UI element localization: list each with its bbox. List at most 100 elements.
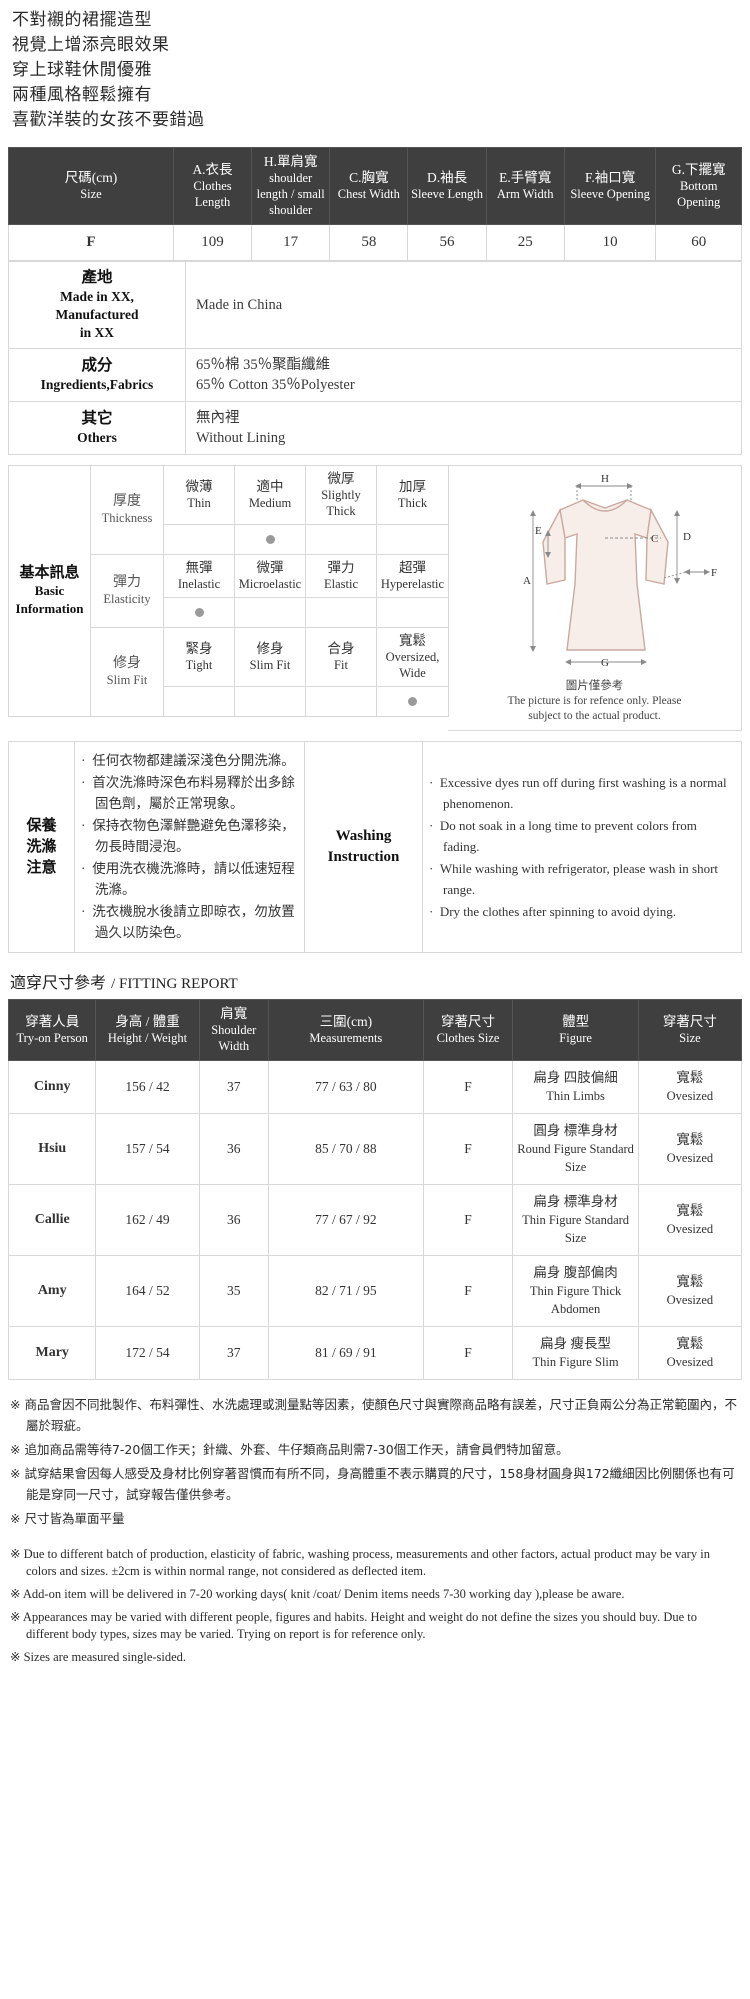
washing-instruction-row: 保養 洗滌 注意 任何衣物都建議深淺色分開洗滌。 首次洗滌時深色布料易釋於出多餘… <box>8 741 742 953</box>
attribute-label-elasticity: 彈力 Elasticity <box>90 554 164 628</box>
fit-cell-person: Callie <box>7 1184 97 1256</box>
measurement-diagram-panel: A H E C D F G 圖片僅參考 The picture is for r… <box>448 465 742 731</box>
fit-cell-clothes-size: F <box>422 1113 514 1185</box>
size-value-shoulder: 17 <box>251 224 331 261</box>
fit-header-size: 穿著尺寸 Size <box>637 999 743 1061</box>
selected-dot-icon <box>408 696 417 706</box>
fit-cell-size: 寬鬆 Ovesized <box>637 1255 743 1327</box>
info-row-others: 其它 Others 無內裡 Without Lining <box>8 401 742 455</box>
table-row: Callie 162 / 49 36 77 / 67 / 92 F 扁身 標準身… <box>7 1184 743 1256</box>
info-row-origin: 產地 Made in XX, Manufactured in XX Made i… <box>8 261 742 349</box>
fit-cell-figure: 扁身 腹部偏肉 Thin Figure Thick Abdomen <box>512 1255 639 1327</box>
size-header-clothes-length: A.衣長 Clothes Length <box>172 147 253 225</box>
size-header-shoulder: H.單肩寬 shoulder length / small shoulder <box>251 147 331 225</box>
marker-elasticity-microelastic <box>234 597 306 628</box>
fit-cell-figure: 扁身 瘦長型 Thin Figure Slim <box>512 1326 639 1380</box>
size-header-size: 尺碼(cm) Size <box>8 147 174 225</box>
product-spec-page: 不對襯的裙擺造型 視覺上增添亮眼效果 穿上球鞋休閒優雅 兩種風格輕鬆擁有 喜歡洋… <box>0 0 750 1682</box>
option-thickness-thick: 加厚 Thick <box>376 465 449 525</box>
intro-line: 喜歡洋裝的女孩不要錯過 <box>12 110 205 130</box>
notice-item-cn: ※ 尺寸皆為單面平量 <box>10 1511 125 1526</box>
table-row: Mary 172 / 54 37 81 / 69 / 91 F 扁身 瘦長型 T… <box>7 1326 743 1380</box>
fit-cell-clothes-size: F <box>422 1326 514 1380</box>
size-chart-table: 尺碼(cm) Size A.衣長 Clothes Length H.單肩寬 sh… <box>8 147 742 261</box>
intro-line: 視覺上增添亮眼效果 <box>12 35 170 55</box>
washing-items-en: Excessive dyes run off during first wash… <box>422 741 742 953</box>
fit-cell-height-weight: 156 / 42 <box>95 1060 200 1114</box>
table-row: Amy 164 / 52 35 82 / 71 / 95 F 扁身 腹部偏肉 T… <box>7 1255 743 1327</box>
size-chart-header-row: 尺碼(cm) Size A.衣長 Clothes Length H.單肩寬 sh… <box>8 147 742 225</box>
fit-cell-clothes-size: F <box>422 1060 514 1114</box>
notices-section: ※ 商品會因不同批製作、布料彈性、水洗處理或測量點等因素，使顏色尺寸與實際商品略… <box>8 1394 742 1666</box>
fit-cell-shoulder: 37 <box>198 1326 270 1380</box>
fit-cell-shoulder: 36 <box>198 1184 270 1256</box>
basic-information-section: 基本訊息 Basic Information 厚度 Thickness 微薄 T… <box>8 465 742 731</box>
fit-header-shoulder: 肩寬 Shoulder Width <box>198 999 270 1061</box>
size-value-name: F <box>8 224 174 261</box>
fit-cell-figure: 扁身 四肢偏細 Thin Limbs <box>512 1060 639 1114</box>
diagram-label-a: A <box>523 575 531 587</box>
fit-cell-measurements: 81 / 69 / 91 <box>268 1326 424 1380</box>
fit-cell-height-weight: 162 / 49 <box>95 1184 200 1256</box>
fit-cell-measurements: 77 / 67 / 92 <box>268 1184 424 1256</box>
fit-cell-measurements: 85 / 70 / 88 <box>268 1113 424 1185</box>
size-header-arm-width: E.手臂寬 Arm Width <box>485 147 565 225</box>
fit-cell-height-weight: 164 / 52 <box>95 1255 200 1327</box>
diagram-label-e: E <box>535 525 542 537</box>
info-row-ingredients: 成分 Ingredients,Fabrics 65％棉 35％聚酯纖維 65％ … <box>8 348 742 402</box>
size-header-chest-width: C.胸寬 Chest Width <box>329 147 409 225</box>
table-row: F 109 17 58 56 25 10 60 <box>8 224 742 261</box>
list-item: 使用洗衣機洗滌時，請以低速短程洗滌。 <box>81 858 298 900</box>
size-header-sleeve-opening: F.袖口寬 Sleeve Opening <box>563 147 657 225</box>
fit-cell-shoulder: 37 <box>198 1060 270 1114</box>
marker-slimfit-oversized <box>376 686 449 717</box>
notice-item-cn: ※ 試穿結果會因每人感受及身材比例穿著習慣而有所不同，身高體重不表示購買的尺寸，… <box>10 1466 735 1502</box>
size-header-sleeve-length: D.袖長 Sleeve Length <box>407 147 487 225</box>
list-item: 保持衣物色澤鮮艷避免色澤移染，勿長時間浸泡。 <box>81 815 298 857</box>
info-value-origin: Made in China <box>185 261 742 349</box>
notice-item-cn: ※ 追加商品需等待7-20個工作天；針織、外套、牛仔類商品則需7-30個工作天，… <box>10 1442 569 1457</box>
marker-slimfit-fit <box>305 686 377 717</box>
diagram-disclaimer: 圖片僅參考 The picture is for refence only. P… <box>507 680 682 722</box>
marker-thickness-medium <box>234 524 306 555</box>
attribute-label-slim-fit: 修身 Slim Fit <box>90 627 164 717</box>
option-elasticity-microelastic: 微彈 Microelastic <box>234 554 306 598</box>
basic-information-label: 基本訊息 Basic Information <box>8 465 91 717</box>
list-item: 任何衣物都建議深淺色分開洗滌。 <box>81 750 298 771</box>
fit-header-clothes-size: 穿著尺寸 Clothes Size <box>422 999 514 1061</box>
attribute-label-thickness: 厚度 Thickness <box>90 465 164 555</box>
marker-slimfit-slim <box>234 686 306 717</box>
selected-dot-icon <box>265 534 275 544</box>
option-thickness-medium: 適中 Medium <box>234 465 306 525</box>
fitting-report-table: 穿著人員 Try-on Person 身高 / 體重 Height / Weig… <box>7 999 743 1380</box>
info-value-ingredients: 65％棉 35％聚酯纖維 65％ Cotton 35％Polyester <box>185 348 742 402</box>
size-value-clothes-length: 109 <box>172 224 253 261</box>
info-label-ingredients: 成分 Ingredients,Fabrics <box>8 348 186 402</box>
fit-header-height-weight: 身高 / 體重 Height / Weight <box>95 999 200 1061</box>
size-value-arm-width: 25 <box>485 224 565 261</box>
option-thickness-slightly-thick: 微厚 Slightly Thick <box>305 465 377 525</box>
fit-cell-figure: 扁身 標準身材 Thin Figure Standard Size <box>512 1184 639 1256</box>
fit-cell-person: Cinny <box>7 1060 97 1114</box>
table-row: Hsiu 157 / 54 36 85 / 70 / 88 F 圓身 標準身材 … <box>7 1113 743 1185</box>
fit-cell-measurements: 77 / 63 / 80 <box>268 1060 424 1114</box>
washing-instruction-table: 保養 洗滌 注意 任何衣物都建議深淺色分開洗滌。 首次洗滌時深色布料易釋於出多餘… <box>8 741 742 953</box>
option-elasticity-hyperelastic: 超彈 Hyperelastic <box>376 554 449 598</box>
garment-measurement-diagram-icon: A H E C D F G <box>523 473 717 669</box>
option-slimfit-fit: 合身 Fit <box>305 627 377 687</box>
info-label-others: 其它 Others <box>8 401 186 455</box>
selected-dot-icon <box>194 607 204 617</box>
intro-line: 穿上球鞋休閒優雅 <box>12 60 152 80</box>
marker-thickness-thick <box>376 524 449 555</box>
size-value-chest-width: 58 <box>329 224 409 261</box>
product-info-table: 產地 Made in XX, Manufactured in XX Made i… <box>8 261 742 455</box>
fit-header-measurements: 三圍(cm) Measurements <box>268 999 424 1061</box>
marker-thickness-thin <box>163 524 235 555</box>
list-item: 洗衣機脫水後請立即晾衣，勿放置過久以防染色。 <box>81 901 298 943</box>
fit-cell-figure: 圓身 標準身材 Round Figure Standard Size <box>512 1113 639 1185</box>
marker-elasticity-hyperelastic <box>376 597 449 628</box>
option-elasticity-inelastic: 無彈 Inelastic <box>163 554 235 598</box>
notice-item-en: ※ Add-on item will be delivered in 7-20 … <box>10 1587 625 1601</box>
fit-header-person: 穿著人員 Try-on Person <box>7 999 97 1061</box>
fit-cell-height-weight: 172 / 54 <box>95 1326 200 1380</box>
